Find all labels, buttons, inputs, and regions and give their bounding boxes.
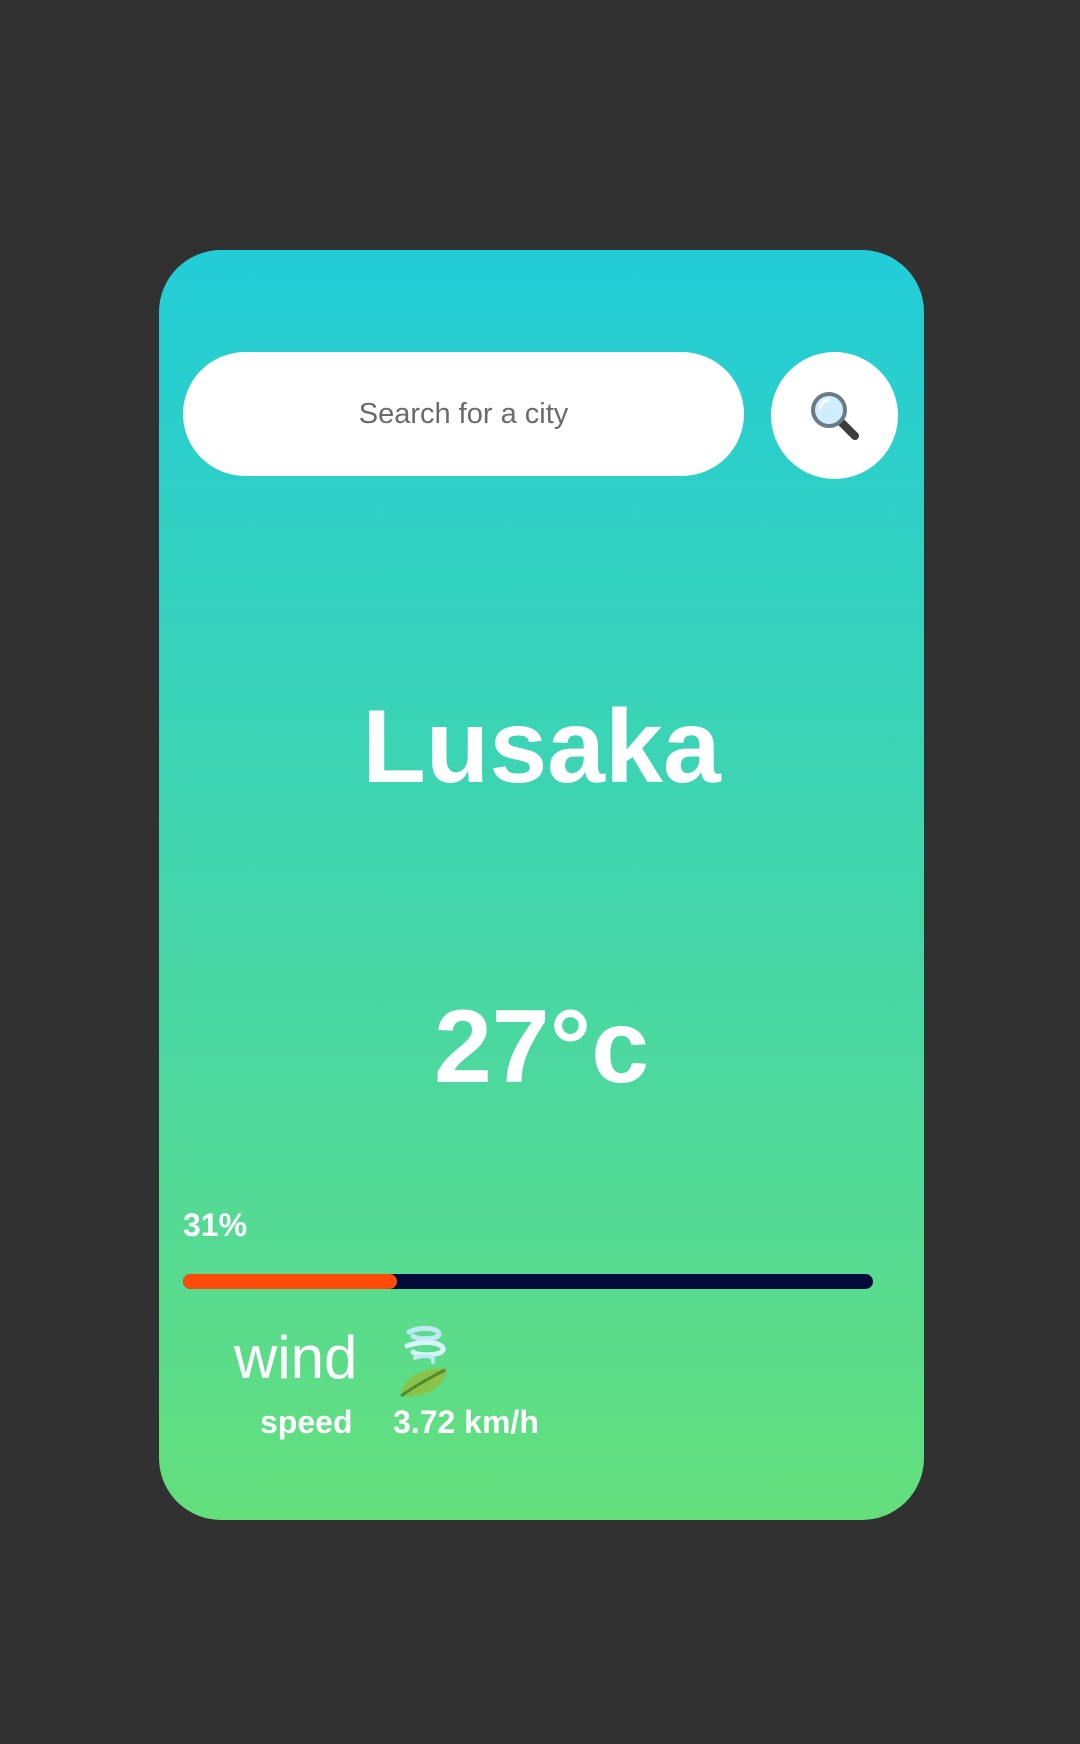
search-button[interactable]	[771, 352, 898, 479]
city-name: Lusaka	[362, 689, 721, 805]
weather-card: Lusaka 27°c 31% wind speed 3.72 km/h	[159, 250, 924, 1520]
humidity-bar-fill	[183, 1274, 397, 1289]
speed-value: 3.72 km/h	[393, 1404, 539, 1440]
wind-leaf-icon	[400, 1325, 447, 1398]
search-icon	[810, 391, 859, 440]
humidity-percent: 31%	[183, 1207, 248, 1243]
search-input[interactable]	[183, 352, 744, 476]
wind-label: wind	[234, 1324, 358, 1391]
search-field-container[interactable]	[183, 352, 744, 476]
speed-label: speed	[260, 1404, 353, 1440]
temperature: 27°c	[433, 989, 650, 1105]
humidity-bar	[183, 1274, 873, 1289]
